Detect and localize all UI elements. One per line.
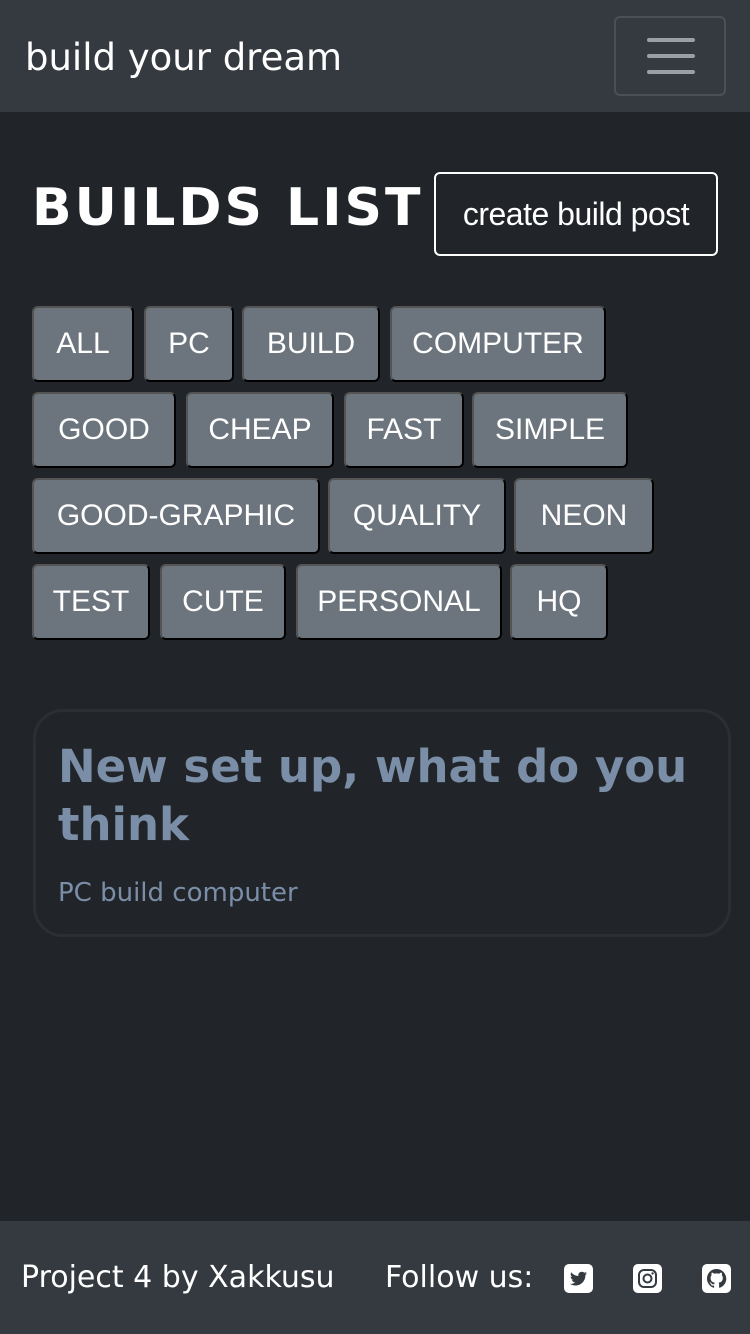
twitter-icon[interactable]	[564, 1264, 593, 1293]
tag-button-neon[interactable]: NEON	[514, 478, 654, 554]
tag-button-good[interactable]: GOOD	[32, 392, 176, 468]
tag-button-cute[interactable]: CUTE	[160, 564, 286, 640]
build-post-title[interactable]: New set up, what do you think	[58, 738, 698, 854]
tag-button-good-graphic[interactable]: GOOD-GRAPHIC	[32, 478, 320, 554]
tag-button-quality[interactable]: QUALITY	[328, 478, 506, 554]
tag-button-simple[interactable]: SIMPLE	[472, 392, 628, 468]
tag-button-test[interactable]: TEST	[32, 564, 150, 640]
tag-button-computer[interactable]: COMPUTER	[390, 306, 606, 382]
footer: Project 4 by Xakkusu Follow us:	[0, 1221, 750, 1334]
follow-us-label: Follow us:	[385, 1260, 534, 1295]
brand-link[interactable]: build your dream	[25, 34, 342, 82]
footer-credit: Project 4 by Xakkusu	[21, 1260, 335, 1295]
tag-button-cheap[interactable]: CHEAP	[186, 392, 334, 468]
instagram-icon[interactable]	[633, 1264, 662, 1293]
tag-button-build[interactable]: BUILD	[242, 306, 380, 382]
create-build-post-button[interactable]: create build post	[434, 172, 718, 256]
github-icon[interactable]	[702, 1264, 731, 1293]
navbar: build your dream	[0, 0, 750, 112]
tag-button-all[interactable]: ALL	[32, 306, 134, 382]
tag-button-personal[interactable]: PERSONAL	[296, 564, 502, 640]
page-title: BUILDS LIST	[32, 178, 424, 238]
tag-button-fast[interactable]: FAST	[344, 392, 464, 468]
tag-button-hq[interactable]: HQ	[510, 564, 608, 640]
build-post-card[interactable]: New set up, what do you think PC build c…	[33, 709, 731, 937]
build-post-tags: PC build computer	[58, 878, 298, 908]
navbar-toggler-button[interactable]	[614, 16, 726, 96]
tag-button-pc[interactable]: PC	[144, 306, 234, 382]
